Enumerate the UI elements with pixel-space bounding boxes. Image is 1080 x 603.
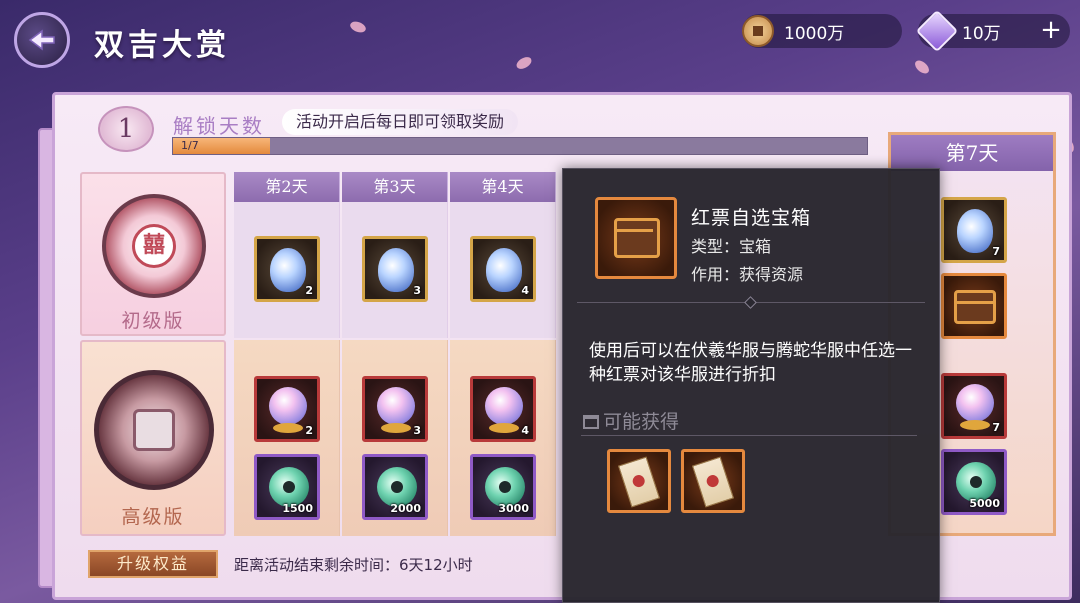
double-happiness-glyph: 囍 <box>132 224 176 268</box>
page-title: 双吉大赏 <box>94 28 230 63</box>
unlock-description: 活动开启后每日即可领取奖励 <box>282 109 519 135</box>
tier-basic: 囍 初级版 <box>80 172 226 336</box>
tier-advanced-label: 高级版 <box>121 506 185 528</box>
day-header: 第2天 <box>234 172 340 202</box>
reward-slot[interactable]: 7 <box>941 197 1007 263</box>
reward-slot[interactable]: 2000 <box>362 454 428 520</box>
reward-count: 4 <box>521 284 529 297</box>
unlock-progress-bar: 1/7 <box>172 137 868 155</box>
reward-count: 7 <box>992 245 1000 258</box>
unlock-days-label: 解锁天数 <box>173 114 265 138</box>
reward-count: 2000 <box>390 502 421 515</box>
red-ticket-scroll-icon <box>691 456 735 508</box>
divider-diamond-icon <box>744 296 757 309</box>
progress-text: 1/7 <box>181 139 199 152</box>
reward-count: 2 <box>305 424 313 437</box>
spirit-gem-icon <box>957 209 993 253</box>
add-currency-button[interactable]: + <box>1038 17 1064 44</box>
gem-currency: 10万 + <box>915 9 1070 53</box>
crystal-orb-icon <box>269 387 307 425</box>
reward-slot[interactable]: 7 <box>941 373 1007 439</box>
coin-amount: 1000万 <box>784 23 845 44</box>
crystal-orb-icon <box>485 387 523 425</box>
reward-slot[interactable]: 5000 <box>941 449 1007 515</box>
reward-slot[interactable]: 2 <box>254 236 320 302</box>
reward-slot[interactable]: 3000 <box>470 454 536 520</box>
crystal-orb-icon <box>377 387 415 425</box>
back-arrow-icon <box>28 29 55 51</box>
reward-count: 5000 <box>969 497 1000 510</box>
day-column: 第4天 4 4 3000 <box>450 172 556 536</box>
possible-rewards-label: 可能获得 <box>603 411 680 433</box>
spirit-gem-icon <box>378 248 414 292</box>
reward-slot[interactable]: 2 <box>254 376 320 442</box>
reward-count: 4 <box>521 424 529 437</box>
tier-advanced: 高级版 <box>80 340 226 536</box>
spirit-gem-icon <box>270 248 306 292</box>
tier-basic-label: 初级版 <box>121 310 185 332</box>
day-header: 第3天 <box>342 172 448 202</box>
back-button[interactable] <box>14 12 70 68</box>
reward-slot[interactable]: 3 <box>362 236 428 302</box>
crystal-icon <box>915 9 959 53</box>
reward-count: 2 <box>305 284 313 297</box>
tooltip-item-type: 类型：宝箱 <box>691 237 772 256</box>
treasure-chest-icon <box>614 218 660 258</box>
day-column: 第2天 2 2 1500 <box>234 172 340 536</box>
possible-reward-slot[interactable] <box>681 449 745 513</box>
double-happiness-emblem-icon: 囍 <box>102 194 206 298</box>
unlock-day-badge: 1 <box>98 106 154 152</box>
day7-header: 第7天 <box>891 135 1053 171</box>
reward-count: 3 <box>413 284 421 297</box>
box-icon <box>583 415 599 429</box>
tooltip-description: 使用后可以在伏羲华服与腾蛇华服中任选一种红票对该华服进行折扣 <box>589 341 912 385</box>
event-countdown: 距离活动结束剩余时间：6天12小时 <box>234 556 473 574</box>
tooltip-item-name: 红票自选宝箱 <box>691 207 812 229</box>
reward-slot[interactable]: 3 <box>362 376 428 442</box>
red-ticket-scroll-icon <box>617 456 661 508</box>
treasure-chest-icon <box>954 290 996 324</box>
reward-slot[interactable]: 4 <box>470 376 536 442</box>
reward-count: 7 <box>992 421 1000 434</box>
section-divider <box>581 435 917 436</box>
top-bar: 双吉大赏 1000万 10万 + <box>0 0 1080 70</box>
reward-count: 3 <box>413 424 421 437</box>
reward-slot[interactable] <box>941 273 1007 339</box>
lock-emblem-icon <box>94 370 214 490</box>
reward-slot[interactable]: 4 <box>470 236 536 302</box>
reward-count: 3000 <box>498 502 529 515</box>
crystal-orb-icon <box>956 384 994 422</box>
upgrade-button[interactable]: 升级权益 <box>88 550 218 578</box>
item-tooltip: 红票自选宝箱 类型：宝箱 作用：获得资源 使用后可以在伏羲华服与腾蛇华服中任选一… <box>562 168 940 603</box>
tooltip-item-use: 作用：获得资源 <box>691 265 804 284</box>
spirit-gem-icon <box>486 248 522 292</box>
gem-amount: 10万 <box>962 23 1001 44</box>
reward-slot[interactable]: 1500 <box>254 454 320 520</box>
possible-rewards-heading: 可能获得 <box>583 407 679 434</box>
possible-reward-slot[interactable] <box>607 449 671 513</box>
tooltip-item-icon <box>595 197 677 279</box>
day-header: 第4天 <box>450 172 556 202</box>
coin-currency: 1000万 <box>742 14 902 48</box>
coin-icon <box>742 15 774 47</box>
reward-count: 1500 <box>282 502 313 515</box>
day-column: 第3天 3 3 2000 <box>342 172 448 536</box>
